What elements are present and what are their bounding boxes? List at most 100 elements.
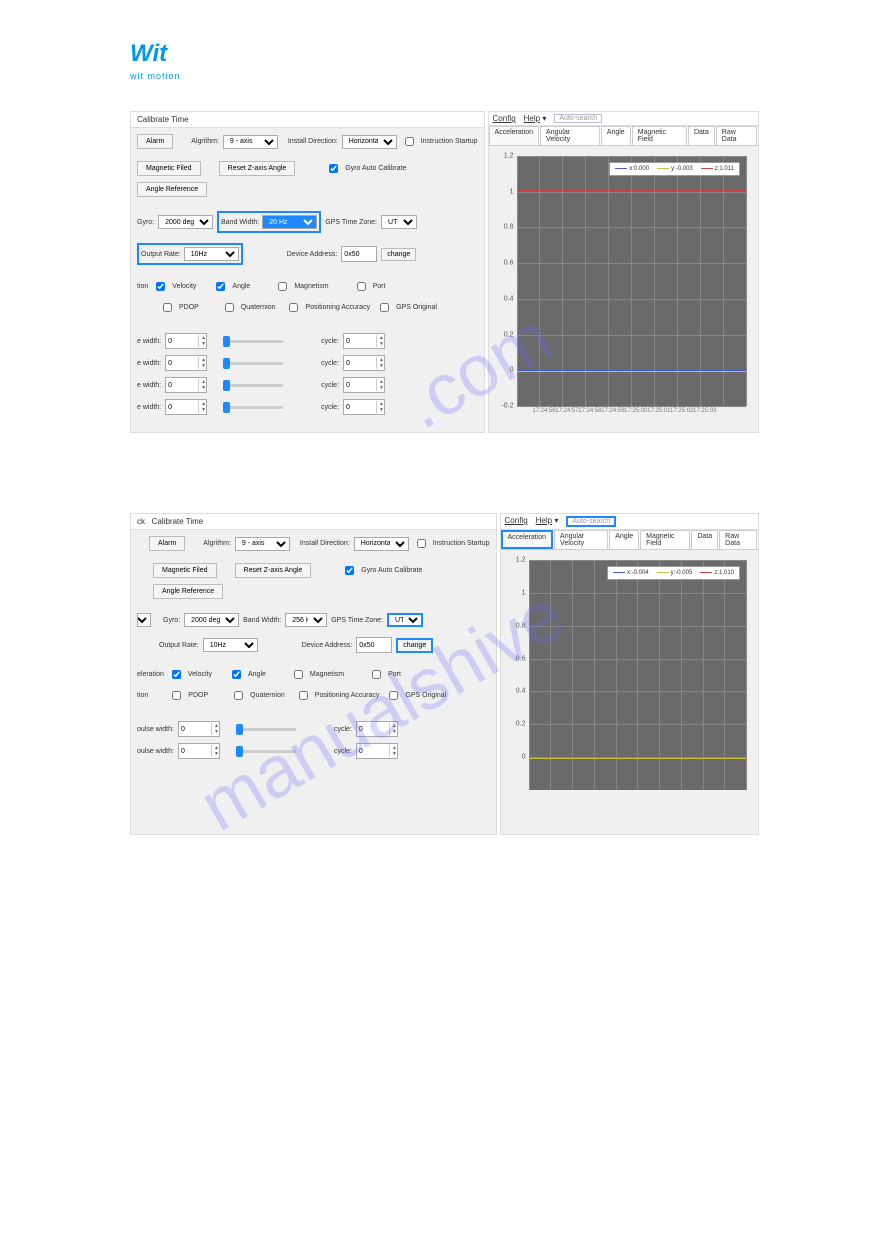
instruction-startup-checkbox[interactable] — [405, 137, 414, 146]
gps-tz-select[interactable]: UTC — [381, 215, 417, 229]
slider[interactable] — [223, 362, 283, 365]
velocity-checkbox[interactable] — [172, 670, 181, 679]
data-line — [529, 758, 746, 759]
device-address-input[interactable] — [356, 637, 392, 653]
unknown-select[interactable] — [137, 613, 151, 627]
instruction-startup-checkbox[interactable] — [417, 539, 426, 548]
angle-reference-button[interactable]: Angle Reference — [137, 182, 207, 197]
angle-reference-button[interactable]: Angle Reference — [153, 584, 223, 599]
quaternion-checkbox[interactable] — [234, 691, 243, 700]
slider[interactable] — [223, 340, 283, 343]
magnetism-checkbox[interactable] — [294, 670, 303, 679]
spinner-input[interactable]: ▲▼ — [343, 355, 385, 371]
magnetic-field-button[interactable]: Magnetic Filed — [137, 161, 201, 176]
pos-accuracy-label: Positioning Accuracy — [315, 692, 380, 699]
tab-data[interactable]: Data — [691, 530, 718, 549]
chart-legend: x:-0.004y:-0.005z:1.010 — [607, 566, 740, 580]
velocity-checkbox[interactable] — [156, 282, 165, 291]
spinner-input[interactable]: ▲▼ — [178, 721, 220, 737]
magnetism-label: Magnetism — [294, 283, 328, 290]
gyro-select[interactable]: 2000 deg/s — [184, 613, 239, 627]
pos-accuracy-checkbox[interactable] — [299, 691, 308, 700]
tab-angle[interactable]: Angle — [601, 126, 631, 145]
pdop-checkbox[interactable] — [172, 691, 181, 700]
legend-item: y:-0.005 — [657, 570, 693, 576]
auto-search-button[interactable]: Auto-search — [566, 516, 616, 527]
tab-magnetic-field[interactable]: Magnetic Field — [640, 530, 690, 549]
gps-original-checkbox[interactable] — [380, 303, 389, 312]
menu-help[interactable]: Help ▾ — [536, 516, 559, 527]
reset-z-axis-button[interactable]: Reset Z-axis Angle — [235, 563, 312, 578]
spinner-input[interactable]: ▲▼ — [343, 377, 385, 393]
slider[interactable] — [223, 406, 283, 409]
tab-data[interactable]: Data — [688, 126, 715, 145]
spinner-input[interactable]: ▲▼ — [165, 333, 207, 349]
gyro-auto-calibrate-checkbox[interactable] — [345, 566, 354, 575]
spinner-input[interactable]: ▲▼ — [165, 355, 207, 371]
menu-config[interactable]: Config — [505, 516, 528, 527]
panel-title: Calibrate Time — [131, 112, 484, 128]
gyro-label: Gyro: — [137, 219, 154, 226]
x-tick: 17:24:56 — [532, 406, 555, 414]
output-rate-select[interactable]: 10Hz — [203, 638, 258, 652]
quaternion-checkbox[interactable] — [225, 303, 234, 312]
tab-acceleration[interactable]: Acceleration — [501, 530, 554, 549]
tab-angular-velocity[interactable]: Angular Velocity — [540, 126, 600, 145]
change-button[interactable]: change — [396, 638, 433, 653]
reset-z-axis-button[interactable]: Reset Z-axis Angle — [219, 161, 296, 176]
tion-label: tion — [137, 692, 148, 699]
angle-checkbox[interactable] — [216, 282, 225, 291]
slider[interactable] — [236, 728, 296, 731]
pos-accuracy-checkbox[interactable] — [289, 303, 298, 312]
gyro-select[interactable]: 2000 deg/s — [158, 215, 213, 229]
algorithm-select[interactable]: 9 - axis — [235, 537, 290, 551]
spinner-input[interactable]: ▲▼ — [165, 377, 207, 393]
config-panel: Calibrate Time Alarm Algrithm: 9 - axis … — [130, 111, 485, 433]
algorithm-select[interactable]: 9 - axis — [223, 135, 278, 149]
menubar: Config Help ▾ Auto-search — [501, 514, 758, 530]
tab-acceleration[interactable]: Acceleration — [489, 126, 540, 145]
port-checkbox[interactable] — [372, 670, 381, 679]
alarm-button[interactable]: Alarm — [137, 134, 173, 149]
spinner-input[interactable]: ▲▼ — [165, 399, 207, 415]
velocity-label: Velocity — [172, 283, 196, 290]
bandwidth-label: Band Width: — [243, 617, 281, 624]
tab-raw-data[interactable]: Raw Data — [716, 126, 757, 145]
spinner-input[interactable]: ▲▼ — [356, 743, 398, 759]
width-label: oulse width: — [137, 748, 174, 755]
angle-checkbox[interactable] — [232, 670, 241, 679]
device-address-input[interactable] — [341, 246, 377, 262]
bandwidth-select[interactable]: 20 Hz — [262, 215, 317, 229]
tab-angle[interactable]: Angle — [609, 530, 639, 549]
magnetism-checkbox[interactable] — [278, 282, 287, 291]
width-label: oulse width: — [137, 726, 174, 733]
x-tick: 17:25:02 — [670, 406, 693, 414]
magnetic-field-button[interactable]: Magnetic Filed — [153, 563, 217, 578]
menu-help[interactable]: Help ▾ — [524, 114, 547, 123]
menu-config[interactable]: Config — [493, 114, 516, 123]
slider[interactable] — [236, 750, 296, 753]
spinner-input[interactable]: ▲▼ — [178, 743, 220, 759]
pdop-checkbox[interactable] — [163, 303, 172, 312]
tab-raw-data[interactable]: Raw Data — [719, 530, 757, 549]
bandwidth-select[interactable]: 256 Hz — [285, 613, 327, 627]
install-dir-select[interactable]: Horizontal — [354, 537, 409, 551]
port-checkbox[interactable] — [357, 282, 366, 291]
tab-magnetic-field[interactable]: Magnetic Field — [632, 126, 687, 145]
change-button[interactable]: change — [381, 248, 416, 261]
output-rate-select[interactable]: 10Hz — [184, 247, 239, 261]
spinner-input[interactable]: ▲▼ — [356, 721, 398, 737]
gps-original-checkbox[interactable] — [389, 691, 398, 700]
tab-angular-velocity[interactable]: Angular Velocity — [554, 530, 608, 549]
gyro-auto-calibrate-checkbox[interactable] — [329, 164, 338, 173]
chart-area: -0.200.20.40.60.811.217:24:5617:24:5717:… — [517, 156, 746, 406]
install-dir-select[interactable]: Horizontal — [342, 135, 397, 149]
auto-search-button[interactable]: Auto-search — [554, 114, 602, 123]
alarm-button[interactable]: Alarm — [149, 536, 185, 551]
slider[interactable] — [223, 384, 283, 387]
gps-tz-select[interactable]: UTC — [387, 613, 423, 627]
instruction-startup-label: Instruction Startup — [433, 540, 490, 547]
spinner-input[interactable]: ▲▼ — [343, 333, 385, 349]
legend-item: x:-0.004 — [613, 570, 649, 576]
spinner-input[interactable]: ▲▼ — [343, 399, 385, 415]
